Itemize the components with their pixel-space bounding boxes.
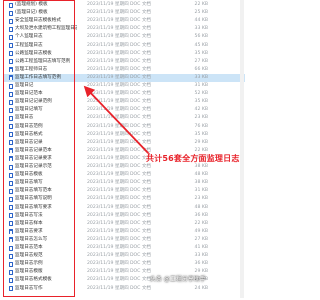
callout-label: 共计56套全方面监理日志 xyxy=(146,154,240,163)
watermark: 头条 @工程分享助手 xyxy=(150,276,206,283)
callout-arrow xyxy=(83,85,151,156)
